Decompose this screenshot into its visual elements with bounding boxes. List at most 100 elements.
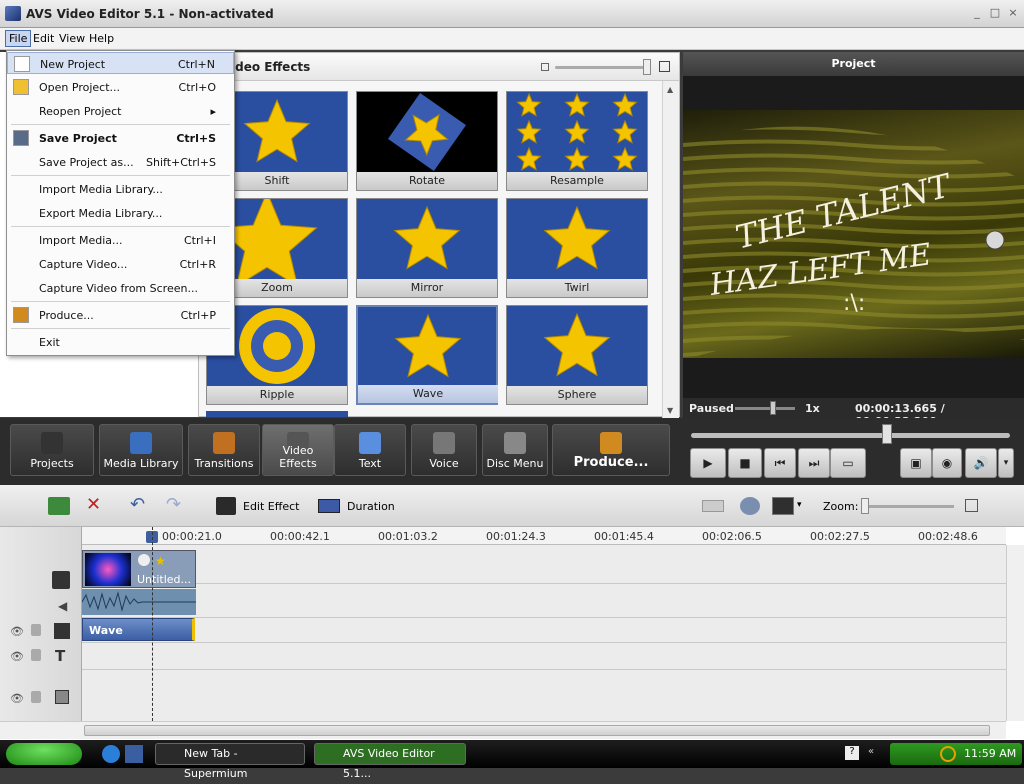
tray-chevron-icon[interactable]: « — [868, 746, 874, 757]
undo-icon[interactable]: ↶ — [130, 494, 145, 515]
task-avs-editor[interactable]: AVS Video Editor 5.1... — [314, 743, 466, 780]
move-down-icon[interactable] — [48, 497, 70, 515]
file-menu-item-open-project[interactable]: Open Project... Ctrl+O — [7, 76, 234, 98]
toolbar-projects-button[interactable]: Projects — [10, 424, 94, 476]
file-menu-item-save-project-as[interactable]: Save Project as... Shift+Ctrl+S — [7, 151, 234, 173]
timeline-vscroll[interactable] — [1006, 545, 1024, 721]
timeline-tracks[interactable]: Untitled... ★ Wave — [81, 527, 1006, 721]
video-clip[interactable]: Untitled... ★ — [82, 550, 196, 588]
menu-edit[interactable]: Edit — [33, 32, 54, 45]
monitor-dropdown-icon[interactable]: ▾ — [797, 500, 802, 510]
monitor-icon[interactable] — [772, 497, 794, 515]
minimize-button[interactable]: _ — [970, 6, 984, 20]
file-menu-item-new-project[interactable]: New Project Ctrl+N — [7, 52, 234, 74]
zoom-handle[interactable] — [861, 498, 869, 514]
file-menu-item-import-media[interactable]: Import Media... Ctrl+I — [7, 229, 234, 251]
effect-track-visibility-icon[interactable]: 👁 — [10, 625, 24, 638]
speed-slider[interactable] — [735, 407, 795, 410]
file-menu-item-exit[interactable]: Exit — [7, 331, 234, 353]
task-supermium[interactable]: New Tab - Supermium — [155, 743, 305, 780]
edit-effect-button[interactable]: Edit Effect — [243, 500, 299, 513]
search-icon[interactable] — [940, 746, 956, 762]
toolbar-transitions-button[interactable]: Transitions — [188, 424, 260, 476]
scroll-up-icon[interactable]: ▲ — [667, 85, 673, 94]
menu-separator — [11, 124, 230, 125]
time-ruler[interactable]: 00:00:21.0 00:00:42.1 00:01:03.2 00:01:24.3… — [82, 527, 1006, 545]
file-menu-item-produce[interactable]: Produce... Ctrl+P — [7, 304, 234, 326]
start-button[interactable] — [6, 743, 82, 765]
fit-timeline-icon[interactable] — [965, 499, 978, 512]
file-menu-item-capture-video[interactable]: Capture Video... Ctrl+R — [7, 253, 234, 275]
effects-scrollbar[interactable]: ▲ ▼ — [662, 81, 679, 418]
transitions-icon — [213, 432, 235, 454]
help-tray-icon[interactable]: ? — [845, 746, 859, 760]
menu-file[interactable]: File — [5, 30, 32, 47]
stop-button[interactable]: ■ — [728, 448, 762, 478]
delete-icon[interactable]: ✕ — [86, 494, 101, 515]
effect-tile-resample[interactable]: Resample — [506, 91, 648, 191]
browser-quicklaunch-icon[interactable] — [102, 745, 120, 763]
snapshot-button[interactable]: ◉ — [932, 448, 962, 478]
effect-tile-sphere[interactable]: Sphere — [506, 305, 648, 405]
effect-tile-partial[interactable] — [206, 411, 348, 417]
scroll-down-icon[interactable]: ▼ — [667, 406, 673, 415]
file-menu-item-export-media-library[interactable]: Export Media Library... — [7, 202, 234, 224]
ruler-label: 00:01:45.4 — [594, 530, 654, 543]
volume-button[interactable]: 🔊 — [965, 448, 997, 478]
seek-bar[interactable] — [691, 433, 1010, 438]
duration-icon[interactable] — [318, 499, 340, 513]
play-button[interactable]: ▶ — [690, 448, 726, 478]
effect-tile-mirror[interactable]: Mirror — [356, 198, 498, 298]
toolbar-voice-button[interactable]: Voice — [411, 424, 477, 476]
menu-view[interactable]: View — [59, 32, 85, 45]
effect-tile-rotate[interactable]: Rotate — [356, 91, 498, 191]
text-track-visibility-icon[interactable]: 👁 — [10, 650, 24, 663]
file-menu-item-import-media-library[interactable]: Import Media Library... — [7, 178, 234, 200]
effect-tile-wave[interactable]: Wave — [356, 305, 498, 405]
file-menu-item-save-project[interactable]: Save Project Ctrl+S — [7, 127, 234, 149]
prev-frame-button[interactable]: ⏮ — [764, 448, 796, 478]
edit-effect-icon[interactable] — [216, 497, 236, 515]
file-menu-item-capture-video-from-screen[interactable]: Capture Video from Screen... — [7, 277, 234, 299]
toolbar-disc-menu-button[interactable]: Disc Menu — [482, 424, 548, 476]
toolbar-produce-button[interactable]: Produce... — [552, 424, 670, 476]
toolbar-media-library-button[interactable]: Media Library — [99, 424, 183, 476]
seek-handle[interactable] — [882, 424, 892, 444]
hscroll-thumb[interactable] — [84, 725, 990, 736]
speed-handle[interactable] — [770, 401, 776, 415]
next-frame-button[interactable]: ⏭ — [798, 448, 830, 478]
system-tray: 11:59 AM — [890, 743, 1022, 765]
effect-tile-twirl[interactable]: Twirl — [506, 198, 648, 298]
voice-over-icon[interactable] — [740, 497, 760, 515]
redo-icon[interactable]: ↷ — [166, 494, 181, 515]
maximize-button[interactable]: □ — [988, 6, 1002, 20]
small-thumb-icon[interactable] — [541, 63, 549, 71]
menu-help[interactable]: Help — [89, 32, 114, 45]
toolbar-video-effects-button[interactable]: Video Effects — [262, 424, 334, 476]
split-icon[interactable] — [702, 500, 724, 512]
toolbar-text-button[interactable]: Text — [334, 424, 406, 476]
audio-clip[interactable] — [81, 589, 196, 615]
zoom-slider[interactable] — [862, 505, 954, 508]
overlay-track-lock-icon[interactable] — [31, 691, 41, 703]
menu-separator — [11, 301, 230, 302]
effect-track-lock-icon[interactable] — [31, 624, 41, 636]
text-track-lock-icon[interactable] — [31, 649, 41, 661]
preview-status-bar: Paused 1x 00:00:13.665 / 00:00:22.200 — [683, 398, 1024, 428]
quicklaunch-icon[interactable] — [125, 745, 143, 763]
large-thumb-icon[interactable] — [659, 61, 670, 72]
overlay-track-visibility-icon[interactable]: 👁 — [10, 692, 24, 705]
effect-clip[interactable]: Wave — [82, 618, 195, 641]
thumb-size-handle[interactable] — [643, 59, 651, 75]
thumb-size-slider[interactable] — [555, 66, 645, 69]
toolbar-label: Video Effects — [279, 444, 317, 470]
duration-button[interactable]: Duration — [347, 500, 395, 513]
close-button[interactable]: × — [1006, 6, 1020, 20]
volume-dropdown[interactable]: ▾ — [998, 448, 1014, 478]
video-face: :\: — [843, 291, 865, 316]
file-menu-item-reopen-project[interactable]: Reopen Project ▸ — [7, 100, 234, 122]
fullscreen-button[interactable]: ▣ — [900, 448, 932, 478]
aspect-ratio-button[interactable]: ▭ — [830, 448, 866, 478]
menu-item-icon — [13, 79, 29, 95]
timeline-hscroll[interactable] — [0, 721, 1006, 739]
